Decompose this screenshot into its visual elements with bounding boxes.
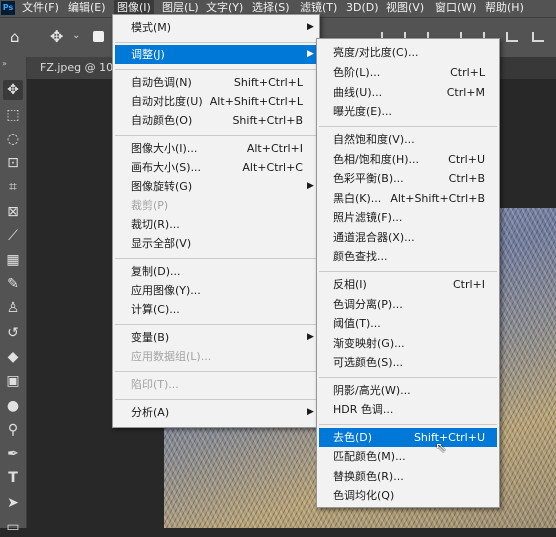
menu-item-canvas-size[interactable]: 画布大小(S)... Alt+Ctrl+C <box>115 158 317 177</box>
menu-item-apply-image[interactable]: 应用图像(Y)... <box>115 281 317 300</box>
submenu-curves[interactable]: 曲线(U)... Ctrl+M <box>319 83 497 102</box>
move-tool-icon[interactable]: ✥ <box>3 80 23 100</box>
menu-item-variables[interactable]: 变量(B) ▶ <box>115 328 317 347</box>
shape-tool-icon[interactable]: ▭ <box>3 517 23 537</box>
menu-item-adjustments[interactable]: 调整(J) ▶ <box>115 45 317 64</box>
submenu-channel-mixer[interactable]: 通道混合器(X)... <box>319 228 497 247</box>
submenu-photo-filter[interactable]: 照片滤镜(F)... <box>319 208 497 227</box>
chevron-down-icon[interactable]: ⌄ <box>72 30 80 41</box>
tools-panel: » ✥ ⬚ ◌ ⊡ ⌗ ⊠ ⟋ ▦ ✎ ♙ ↺ ◆ ▣ ● ⚲ ✒ T ➤ ▭ <box>0 57 27 535</box>
submenu-black-white[interactable]: 黑白(K)... Alt+Shift+Ctrl+B <box>319 189 497 208</box>
menu-item-auto-color[interactable]: 自动颜色(O) Shift+Ctrl+B <box>115 111 317 130</box>
gradient-tool-icon[interactable]: ▣ <box>3 371 23 391</box>
submenu-desaturate[interactable]: 去色(D) Shift+Ctrl+U <box>319 428 497 447</box>
menu-item-apply-data-set: 应用数据组(L)... <box>131 350 212 363</box>
document-tab[interactable]: FZ.jpeg @ 100 <box>26 57 116 79</box>
brush-tool-icon[interactable]: ✎ <box>3 274 23 294</box>
auto-select-checkbox[interactable] <box>93 31 104 42</box>
menu-edit[interactable]: 编辑(E) <box>68 0 106 17</box>
move-options-icon[interactable]: ✥ <box>50 27 63 46</box>
submenu-equalize[interactable]: 色调均化(Q) <box>319 486 497 505</box>
submenu-exposure[interactable]: 曝光度(E)... <box>319 102 497 121</box>
submenu-shadows-highlights[interactable]: 阴影/高光(W)... <box>319 381 497 400</box>
healing-brush-tool-icon[interactable]: ▦ <box>3 250 23 270</box>
adjustments-submenu: 亮度/对比度(C)... 色阶(L)... Ctrl+L 曲线(U)... Ct… <box>316 38 500 508</box>
menu-help[interactable]: 帮助(H) <box>485 0 524 17</box>
crop-tool-icon[interactable]: ⌗ <box>3 177 23 197</box>
submenu-selective-color[interactable]: 可选颜色(S)... <box>319 353 497 372</box>
submenu-brightness-contrast[interactable]: 亮度/对比度(C)... <box>319 43 497 62</box>
menu-item-duplicate[interactable]: 复制(D)... <box>115 262 317 281</box>
menu-item-crop: 裁剪(P) <box>131 199 169 212</box>
submenu-gradient-map[interactable]: 渐变映射(G)... <box>319 334 497 353</box>
collapse-icon[interactable]: » <box>2 59 7 68</box>
image-menu: 模式(M) ▶ 调整(J) ▶ 自动色调(N) Shift+Ctrl+L 自动对… <box>112 14 320 428</box>
menu-item-calculations[interactable]: 计算(C)... <box>115 300 317 319</box>
marquee-tool-icon[interactable]: ⬚ <box>3 105 23 125</box>
blur-tool-icon[interactable]: ● <box>3 396 23 416</box>
type-tool-icon[interactable]: T <box>3 468 23 488</box>
dodge-tool-icon[interactable]: ⚲ <box>3 420 23 440</box>
mouse-pointer-icon: ⇖ <box>435 440 447 456</box>
distribute-spacing-icon[interactable] <box>532 32 544 42</box>
home-icon[interactable]: ⌂ <box>10 28 20 46</box>
submenu-levels[interactable]: 色阶(L)... Ctrl+L <box>319 63 497 82</box>
clone-stamp-tool-icon[interactable]: ♙ <box>3 298 23 318</box>
lasso-tool-icon[interactable]: ◌ <box>3 129 23 149</box>
menu-item-auto-tone[interactable]: 自动色调(N) Shift+Ctrl+L <box>115 73 317 92</box>
menu-item-image-size[interactable]: 图像大小(I)... Alt+Ctrl+I <box>115 139 317 158</box>
submenu-vibrance[interactable]: 自然饱和度(V)... <box>319 130 497 149</box>
submenu-hue-saturation[interactable]: 色相/饱和度(H)... Ctrl+U <box>319 150 497 169</box>
menu-3d[interactable]: 3D(D) <box>346 0 379 17</box>
submenu-color-lookup[interactable]: 颜色查找... <box>319 247 497 266</box>
menu-item-reveal-all[interactable]: 显示全部(V) <box>115 234 317 253</box>
submenu-replace-color[interactable]: 替换颜色(R)... <box>319 467 497 486</box>
menu-item-auto-contrast[interactable]: 自动对比度(U) Alt+Shift+Ctrl+L <box>115 92 317 111</box>
path-select-tool-icon[interactable]: ➤ <box>3 493 23 513</box>
submenu-invert[interactable]: 反相(I) Ctrl+I <box>319 275 497 294</box>
menu-item-image-rotation[interactable]: 图像旋转(G) ▶ <box>115 177 317 196</box>
menu-item-trap: 陷印(T)... <box>131 378 179 391</box>
submenu-hdr-toning[interactable]: HDR 色调... <box>319 400 497 419</box>
pen-tool-icon[interactable]: ✒ <box>3 444 23 464</box>
menu-item-trim[interactable]: 裁切(R)... <box>115 215 317 234</box>
eyedropper-tool-icon[interactable]: ⟋ <box>3 226 23 246</box>
eraser-tool-icon[interactable]: ◆ <box>3 347 23 367</box>
distribute-bottom-icon[interactable] <box>506 32 518 42</box>
submenu-match-color[interactable]: 匹配颜色(M)... <box>319 447 497 466</box>
menu-view[interactable]: 视图(V) <box>386 0 424 17</box>
submenu-threshold[interactable]: 阈值(T)... <box>319 314 497 333</box>
menu-file[interactable]: 文件(F) <box>22 0 59 17</box>
quick-select-tool-icon[interactable]: ⊡ <box>3 153 23 173</box>
menu-item-analysis[interactable]: 分析(A) ▶ <box>115 403 317 422</box>
frame-tool-icon[interactable]: ⊠ <box>3 202 23 222</box>
menu-window[interactable]: 窗口(W) <box>435 0 476 17</box>
menu-item-mode[interactable]: 模式(M) ▶ <box>115 18 317 37</box>
photoshop-logo: Ps <box>1 1 15 15</box>
history-brush-tool-icon[interactable]: ↺ <box>3 323 23 343</box>
submenu-posterize[interactable]: 色调分离(P)... <box>319 295 497 314</box>
submenu-color-balance[interactable]: 色彩平衡(B)... Ctrl+B <box>319 169 497 188</box>
